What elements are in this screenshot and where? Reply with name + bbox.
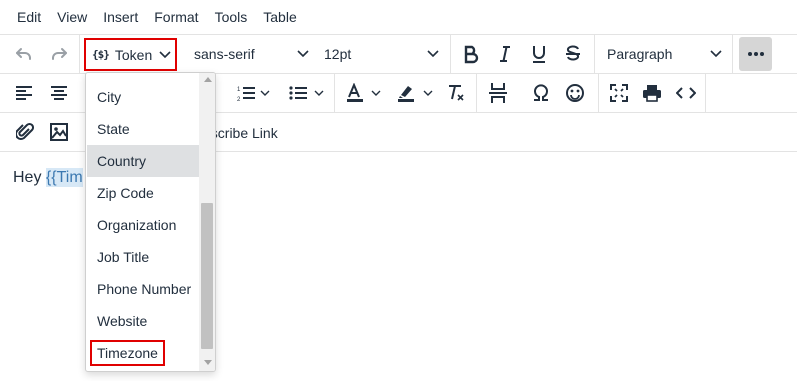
image-icon [50, 123, 68, 141]
editor-text-prefix: Hey [13, 169, 46, 186]
align-left-button[interactable] [12, 76, 36, 110]
font-size-select[interactable]: 12pt [313, 37, 445, 71]
dropdown-item-job-title[interactable]: Job Title [87, 241, 199, 273]
align-center-button[interactable] [47, 76, 71, 110]
chevron-down-icon [297, 50, 309, 58]
scroll-up-icon[interactable] [204, 77, 212, 82]
font-family-value: sans-serif [194, 46, 255, 62]
menu-bar: Edit View Insert Format Tools Table [0, 0, 797, 34]
toolbar-separator [705, 74, 706, 112]
token-icon: {$} [92, 48, 110, 61]
scroll-down-icon[interactable] [204, 360, 212, 365]
dropdown-item-country[interactable]: Country [87, 145, 199, 177]
menu-tools[interactable]: Tools [207, 0, 256, 34]
italic-button[interactable] [492, 37, 518, 71]
bullet-list-button[interactable] [285, 76, 329, 110]
highlight-icon [398, 86, 433, 102]
align-center-icon [51, 86, 67, 100]
highlight-color-button[interactable] [392, 76, 438, 110]
svg-text:2: 2 [237, 97, 241, 102]
dropdown-item-zip-code[interactable]: Zip Code [87, 177, 199, 209]
clear-formatting-icon [449, 85, 464, 101]
editor-content[interactable]: Hey {{Tim [13, 168, 83, 187]
undo-icon [16, 48, 31, 60]
page-break-icon [489, 83, 507, 103]
dropdown-item-website[interactable]: Website [87, 305, 199, 337]
menu-view[interactable]: View [49, 0, 95, 34]
underline-icon [533, 46, 545, 63]
toolbar-separator [334, 74, 335, 112]
dropdown-item-state[interactable]: State [87, 113, 199, 145]
toolbar-separator [594, 35, 595, 73]
token-label: Token [114, 46, 153, 63]
print-button[interactable] [638, 76, 666, 110]
numbered-list-button[interactable]: 12 [232, 76, 276, 110]
toolbar-separator [732, 35, 733, 73]
menu-edit[interactable]: Edit [8, 0, 49, 34]
block-format-select[interactable]: Paragraph [597, 37, 729, 71]
dropdown-item-organization[interactable]: Organization [87, 209, 199, 241]
align-left-icon [16, 86, 32, 100]
clear-formatting-button[interactable] [443, 76, 469, 110]
menu-table[interactable]: Table [255, 0, 304, 34]
toolbar-separator [79, 35, 80, 73]
token-button[interactable]: {$} Token [84, 38, 177, 71]
print-icon [643, 85, 661, 102]
fullscreen-button[interactable] [605, 76, 633, 110]
text-color-icon [347, 83, 381, 102]
source-code-button[interactable] [672, 76, 700, 110]
dropdown-item-city[interactable]: City [87, 81, 199, 113]
more-icon [747, 52, 764, 56]
emoji-icon [566, 84, 584, 102]
dropdown-item-phone-number[interactable]: Phone Number [87, 273, 199, 305]
font-family-select[interactable]: sans-serif [183, 37, 313, 71]
italic-icon [500, 46, 510, 62]
toolbar-separator [450, 35, 451, 73]
chevron-down-icon [710, 50, 722, 58]
strikethrough-icon [566, 45, 580, 61]
dropdown-item-timezone[interactable]: Timezone [87, 337, 199, 369]
toolbar-separator [598, 74, 599, 112]
font-size-value: 12pt [324, 46, 352, 62]
special-character-button[interactable] [527, 76, 555, 110]
block-format-value: Paragraph [607, 46, 673, 62]
strikethrough-button[interactable] [560, 37, 586, 71]
omega-icon [534, 84, 548, 101]
menu-format[interactable]: Format [146, 0, 206, 34]
underline-button[interactable] [526, 37, 552, 71]
svg-text:1: 1 [237, 87, 241, 93]
paperclip-icon [16, 122, 34, 140]
redo-icon [52, 48, 67, 60]
emoji-button[interactable] [561, 76, 589, 110]
editor-token: {{Tim [45, 168, 83, 187]
page-break-button[interactable] [485, 76, 511, 110]
toolbar-divider [0, 34, 797, 35]
chevron-down-icon [159, 50, 171, 58]
menu-insert[interactable]: Insert [95, 0, 146, 34]
attachment-button[interactable] [12, 115, 38, 149]
token-dropdown: City State Country Zip Code Organization… [85, 72, 216, 372]
bold-button[interactable] [458, 37, 484, 71]
toolbar-separator [476, 74, 477, 112]
fullscreen-icon [610, 84, 628, 102]
text-color-button[interactable] [341, 76, 387, 110]
dropdown-scroll-thumb[interactable] [201, 203, 213, 349]
numbered-list-icon: 12 [237, 87, 270, 102]
insert-image-button[interactable] [46, 115, 72, 149]
undo-button[interactable] [12, 37, 36, 71]
code-icon [676, 87, 696, 99]
bold-icon [464, 45, 479, 64]
redo-button[interactable] [47, 37, 71, 71]
chevron-down-icon [427, 50, 439, 58]
more-button[interactable] [739, 37, 772, 71]
bullet-list-icon [289, 86, 324, 100]
